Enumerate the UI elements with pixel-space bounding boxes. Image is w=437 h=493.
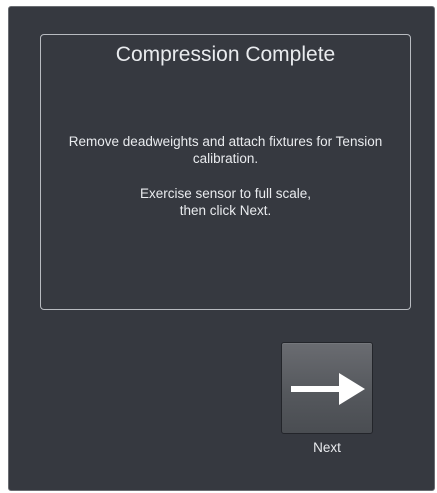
next-button-label[interactable]: Next — [281, 439, 373, 456]
dialog-title: Compression Complete — [115, 43, 336, 66]
instruction-text: Remove deadweights and attach fixtures f… — [68, 134, 383, 166]
arrow-right-icon — [291, 373, 365, 405]
message-panel: Compression Complete Remove deadweights … — [40, 34, 411, 310]
instruction-next-text: Exercise sensor to full scale, then clic… — [139, 186, 312, 218]
next-button[interactable] — [281, 342, 373, 434]
wizard-window: Compression Complete Remove deadweights … — [8, 6, 435, 491]
